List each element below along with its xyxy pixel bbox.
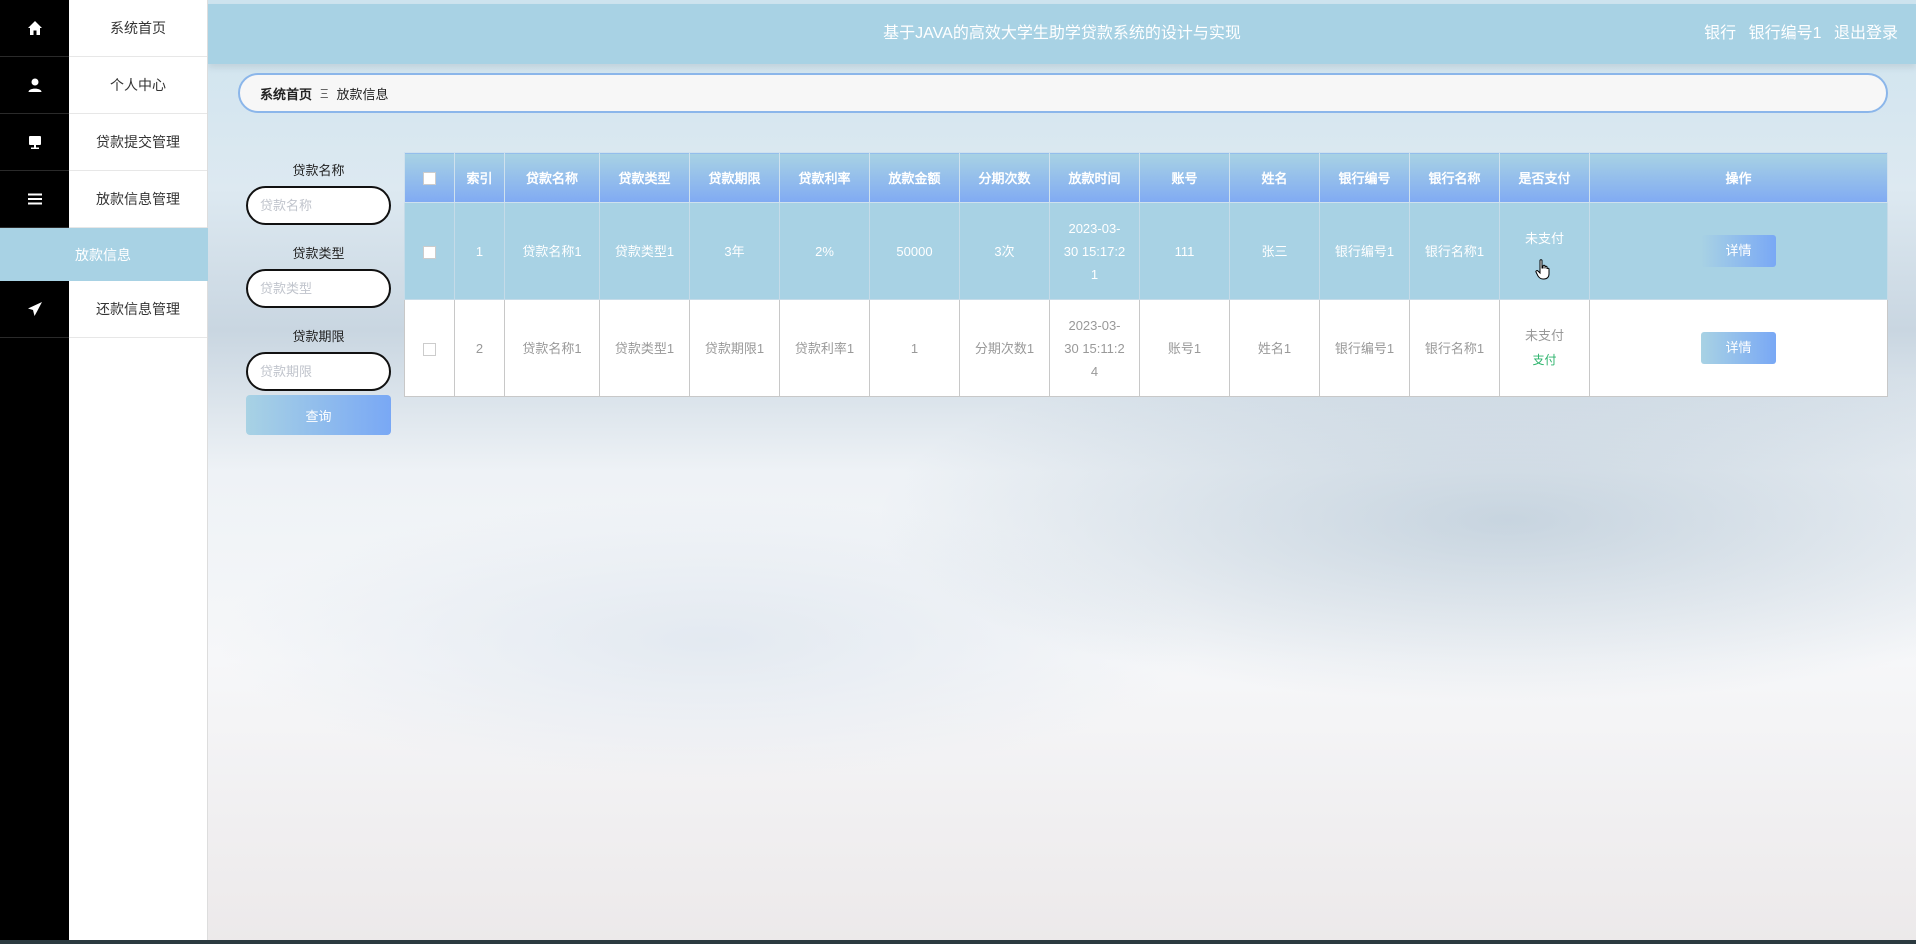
cell-installments: 分期次数1 xyxy=(959,299,1050,397)
time-line-2: 30 15:11:2 xyxy=(1064,340,1125,356)
pay-link[interactable]: 支付 xyxy=(1500,349,1589,372)
cell-term: 贷款期限1 xyxy=(689,299,780,397)
cell-loan-name: 贷款名称1 xyxy=(504,202,600,300)
home-icon[interactable] xyxy=(0,0,69,57)
time-line-1: 2023-03- xyxy=(1068,317,1121,333)
time-line-2: 30 15:17:2 xyxy=(1063,243,1126,259)
row-checkbox[interactable] xyxy=(423,245,436,259)
time-line-1: 2023-03- xyxy=(1068,220,1121,236)
col-header: 姓名 xyxy=(1229,152,1320,203)
paid-status: 未支付 xyxy=(1524,231,1564,246)
col-header: 银行编号 xyxy=(1319,152,1410,203)
menu-item-disburse-manage[interactable]: 放款信息管理 xyxy=(69,171,207,228)
cell-rate: 贷款利率1 xyxy=(779,299,870,397)
cell-amount: 50000 xyxy=(869,202,960,300)
cell-bank-no: 银行编号1 xyxy=(1319,202,1410,300)
breadcrumb-current: 放款信息 xyxy=(336,86,389,102)
cell-account: 111 xyxy=(1139,202,1230,300)
cell-amount: 1 xyxy=(869,299,960,397)
select-all-header xyxy=(404,152,455,203)
cell-rate: 2% xyxy=(779,202,870,300)
detail-button[interactable]: 详情 xyxy=(1701,332,1776,364)
menu-item-repay-manage[interactable]: 还款信息管理 xyxy=(69,281,207,338)
table-row[interactable]: 1 贷款名称1 贷款类型1 3年 2% 50000 3次 2023-03- 30… xyxy=(404,202,1888,300)
paid-status: 未支付 xyxy=(1524,328,1564,343)
bottom-strip xyxy=(0,940,1916,944)
menu-item-home[interactable]: 系统首页 xyxy=(69,0,207,57)
user-area: 银行 银行编号1 退出登录 xyxy=(1696,4,1898,64)
loan-type-label: 贷款类型 xyxy=(292,246,345,261)
breadcrumb-separator: Ξ xyxy=(320,85,329,101)
list-icon[interactable] xyxy=(0,171,69,228)
user-role: 银行 xyxy=(1704,25,1737,42)
menu-item-loan-submit[interactable]: 贷款提交管理 xyxy=(69,114,207,171)
cell-action: 详情 xyxy=(1589,299,1888,397)
row-checkbox[interactable] xyxy=(423,342,436,356)
row-checkbox-cell xyxy=(404,202,455,300)
menu-subitem-disburse-info[interactable]: 放款信息 xyxy=(0,228,208,281)
user-name: 银行编号1 xyxy=(1748,25,1822,42)
cell-bank-name: 银行名称1 xyxy=(1409,202,1500,300)
cell-name: 张三 xyxy=(1229,202,1320,300)
cell-loan-name: 贷款名称1 xyxy=(504,299,600,397)
user-icon[interactable] xyxy=(0,57,69,114)
menu-item-profile[interactable]: 个人中心 xyxy=(69,57,207,114)
search-form: 贷款名称 贷款类型 贷款期限 查询 xyxy=(246,160,391,435)
cell-loan-type: 贷款类型1 xyxy=(599,202,690,300)
app-title: 基于JAVA的高效大学生助学贷款系统的设计与实现 xyxy=(883,25,1241,42)
col-header: 索引 xyxy=(454,152,505,203)
main-area: 基于JAVA的高效大学生助学贷款系统的设计与实现 银行 银行编号1 退出登录 系… xyxy=(208,0,1916,944)
time-line-3: 1 xyxy=(1090,266,1099,282)
hand-cursor-icon xyxy=(1535,259,1550,280)
cell-time: 2023-03- 30 15:17:2 1 xyxy=(1049,202,1140,300)
top-bar: 基于JAVA的高效大学生助学贷款系统的设计与实现 银行 银行编号1 退出登录 xyxy=(208,4,1916,64)
loan-type-input[interactable] xyxy=(246,269,391,308)
breadcrumb: 系统首页 Ξ 放款信息 xyxy=(238,73,1888,113)
cell-paid: 未支付 支付 xyxy=(1499,299,1590,397)
cell-bank-name: 银行名称1 xyxy=(1409,299,1500,397)
cell-account: 账号1 xyxy=(1139,299,1230,397)
loan-term-input[interactable] xyxy=(246,352,391,391)
col-header: 账号 xyxy=(1139,152,1230,203)
cell-action: 详情 xyxy=(1589,202,1888,300)
send-icon[interactable] xyxy=(0,281,69,338)
cell-index: 2 xyxy=(454,299,505,397)
cell-time: 2023-03- 30 15:11:2 4 xyxy=(1049,299,1140,397)
detail-button[interactable]: 详情 xyxy=(1701,235,1776,267)
loan-name-input[interactable] xyxy=(246,186,391,225)
col-header: 放款金额 xyxy=(869,152,960,203)
icon-rail xyxy=(0,0,69,944)
loan-submit-icon[interactable] xyxy=(0,114,69,171)
loan-name-label: 贷款名称 xyxy=(292,163,345,178)
table-header-row: 索引 贷款名称 贷款类型 贷款期限 贷款利率 放款金额 分期次数 放款时间 账号… xyxy=(404,152,1888,203)
row-checkbox-cell xyxy=(404,299,455,397)
col-header: 操作 xyxy=(1589,152,1888,203)
query-button[interactable]: 查询 xyxy=(246,395,391,435)
cell-name: 姓名1 xyxy=(1229,299,1320,397)
disburse-table: 索引 贷款名称 贷款类型 贷款期限 贷款利率 放款金额 分期次数 放款时间 账号… xyxy=(404,152,1888,397)
col-header: 贷款名称 xyxy=(504,152,600,203)
cell-paid: 未支付 支付 xyxy=(1499,202,1590,300)
cell-installments: 3次 xyxy=(959,202,1050,300)
col-header: 银行名称 xyxy=(1409,152,1500,203)
col-header: 贷款类型 xyxy=(599,152,690,203)
col-header: 贷款利率 xyxy=(779,152,870,203)
cell-index: 1 xyxy=(454,202,505,300)
cell-loan-type: 贷款类型1 xyxy=(599,299,690,397)
cell-bank-no: 银行编号1 xyxy=(1319,299,1410,397)
col-header: 贷款期限 xyxy=(689,152,780,203)
col-header: 是否支付 xyxy=(1499,152,1590,203)
select-all-checkbox[interactable] xyxy=(423,172,436,186)
side-menu: 系统首页 个人中心 贷款提交管理 放款信息管理 还款信息管理 xyxy=(69,0,208,944)
logout-link[interactable]: 退出登录 xyxy=(1834,25,1898,42)
time-line-3: 4 xyxy=(1090,363,1099,379)
table-row[interactable]: 2 贷款名称1 贷款类型1 贷款期限1 贷款利率1 1 分期次数1 2023-0… xyxy=(404,299,1888,397)
col-header: 分期次数 xyxy=(959,152,1050,203)
loan-term-label: 贷款期限 xyxy=(292,329,345,344)
cell-term: 3年 xyxy=(689,202,780,300)
breadcrumb-home[interactable]: 系统首页 xyxy=(260,84,312,103)
col-header: 放款时间 xyxy=(1049,152,1140,203)
